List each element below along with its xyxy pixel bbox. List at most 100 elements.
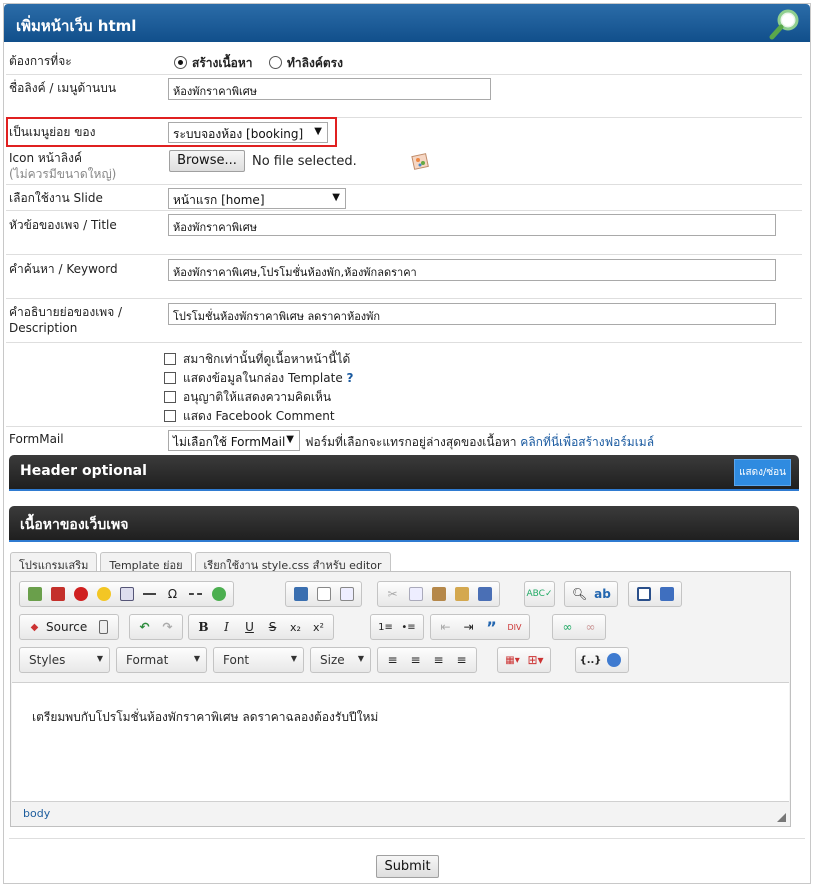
toolbar-color-group: ▦▾ ⊞▾ xyxy=(497,647,551,673)
div-icon[interactable]: DIV xyxy=(503,617,526,637)
checkbox-facebook[interactable]: แสดง Facebook Comment xyxy=(164,407,335,426)
cut-icon[interactable]: ✂ xyxy=(381,584,404,604)
toolbar-undo-group: ↶ ↷ xyxy=(129,614,183,640)
slide-label: เลือกใช้งาน Slide xyxy=(9,191,103,205)
browse-button[interactable]: Browse... xyxy=(169,150,245,172)
checkbox-box[interactable] xyxy=(164,372,176,384)
format-combo-label: Format xyxy=(126,653,169,667)
find-icon[interactable]: 🔍︎ xyxy=(568,584,591,604)
radio-create-label: สร้างเนื้อหา xyxy=(192,56,253,70)
bg-color-icon[interactable]: ⊞▾ xyxy=(524,650,547,670)
table-icon[interactable] xyxy=(115,584,138,604)
source-icon[interactable]: ◆ xyxy=(23,617,46,637)
icon-hint: (ไม่ควรมีขนาดใหญ่) xyxy=(9,167,117,181)
youtube-icon[interactable] xyxy=(46,584,69,604)
chevron-down-icon: ▼ xyxy=(290,654,297,663)
bold-icon[interactable]: B xyxy=(192,617,215,637)
templates-icon[interactable] xyxy=(92,617,115,637)
align-justify-icon[interactable]: ≡ xyxy=(450,650,473,670)
toolbar-spell-group: ABC✓ xyxy=(524,581,555,607)
styles-combo-label: Styles xyxy=(29,653,66,667)
paste-icon[interactable] xyxy=(427,584,450,604)
strike-icon[interactable]: S xyxy=(261,617,284,637)
iframe-icon[interactable] xyxy=(207,584,230,604)
rich-text-editor: Ω ✂ ABC✓ 🔍︎ ab ◆ Source ↶ ↷ B I U S x₂ x… xyxy=(10,571,791,827)
editor-content-area[interactable]: เตรียมพบกับโปรโมชั่นห้องพักราคาพิเศษ ลดร… xyxy=(12,682,789,802)
preview-icon[interactable] xyxy=(335,584,358,604)
template-help-link[interactable]: ? xyxy=(347,371,354,385)
special-char-icon[interactable]: Ω xyxy=(161,584,184,604)
format-combo[interactable]: Format ▼ xyxy=(116,647,207,673)
indent-icon[interactable]: ⇥ xyxy=(457,617,480,637)
bullet-list-icon[interactable]: •≡ xyxy=(397,617,420,637)
undo-icon[interactable]: ↶ xyxy=(133,617,156,637)
paste-text-icon[interactable] xyxy=(450,584,473,604)
highlight-box xyxy=(6,117,337,147)
formmail-select-value: ไม่เลือกใช้ FormMail xyxy=(173,435,286,449)
radio-create[interactable]: สร้างเนื้อหา xyxy=(174,54,253,73)
redo-icon[interactable]: ↷ xyxy=(156,617,179,637)
radio-link[interactable]: ทำลิงค์ตรง xyxy=(269,54,343,73)
new-page-icon[interactable] xyxy=(312,584,335,604)
checkbox-box[interactable] xyxy=(164,410,176,422)
want-row: ต้องการที่จะ สร้างเนื้อหา ทำลิงค์ตรง xyxy=(6,41,802,75)
size-combo[interactable]: Size ▼ xyxy=(310,647,371,673)
save-icon[interactable] xyxy=(289,584,312,604)
toolbar-insert-group: Ω xyxy=(19,581,234,607)
align-center-icon[interactable]: ≡ xyxy=(404,650,427,670)
horizontal-line-icon[interactable] xyxy=(138,584,161,604)
formmail-note-text: ฟอร์มที่เลือกจะแทรกอยู่ล่างสุดของเนื้อหา xyxy=(305,435,517,449)
checkbox-comments[interactable]: อนุญาติให้แสดงความคิดเห็น xyxy=(164,388,331,407)
checkbox-template[interactable]: แสดงข้อมูลในกล่อง Template ? xyxy=(164,369,354,388)
about-icon[interactable] xyxy=(602,650,625,670)
submit-button[interactable]: Submit xyxy=(376,855,439,878)
source-button[interactable]: Source xyxy=(46,620,87,634)
checkbox-members-only[interactable]: สมาชิกเท่านั้นที่ดูเนื้อหาหน้านี้ได้ xyxy=(164,350,350,369)
keyword-row: คำค้นหา / Keyword ห้องพักราคาพิเศษ,โปรโม… xyxy=(6,255,802,299)
create-formmail-link[interactable]: คลิกที่นี่เพื่อสร้างฟอร์มเมล์ xyxy=(520,435,654,449)
toolbar-doc-group xyxy=(285,581,362,607)
formmail-select[interactable]: ไม่เลือกใช้ FormMail ▼ xyxy=(168,430,300,451)
keyword-input[interactable]: ห้องพักราคาพิเศษ,โปรโมชั่นห้องพัก,ห้องพั… xyxy=(168,259,776,281)
unlink-icon[interactable]: ∞ xyxy=(579,617,602,637)
radio-create-input[interactable] xyxy=(174,56,187,69)
checkbox-box[interactable] xyxy=(164,353,176,365)
image-icon[interactable] xyxy=(23,584,46,604)
replace-icon[interactable]: ab xyxy=(591,584,614,604)
maximize-icon[interactable] xyxy=(632,584,655,604)
superscript-icon[interactable]: x² xyxy=(307,617,330,637)
radio-link-input[interactable] xyxy=(269,56,282,69)
slide-select[interactable]: หน้าแรก [home] ▼ xyxy=(168,188,346,209)
italic-icon[interactable]: I xyxy=(215,617,238,637)
code-snippet-icon[interactable]: {..} xyxy=(579,650,602,670)
link-icon[interactable]: ∞ xyxy=(556,617,579,637)
picture-icon[interactable] xyxy=(411,152,431,172)
spellcheck-icon[interactable]: ABC✓ xyxy=(527,584,553,604)
checkbox-box[interactable] xyxy=(164,391,176,403)
underline-icon[interactable]: U xyxy=(238,617,261,637)
radio-link-label: ทำลิงค์ตรง xyxy=(287,56,343,70)
subscript-icon[interactable]: x₂ xyxy=(284,617,307,637)
blockquote-icon[interactable]: ” xyxy=(480,617,503,637)
align-right-icon[interactable]: ≡ xyxy=(427,650,450,670)
linkname-input[interactable]: ห้องพักราคาพิเศษ xyxy=(168,78,491,100)
element-path[interactable]: body xyxy=(23,807,50,820)
text-color-icon[interactable]: ▦▾ xyxy=(501,650,524,670)
numbered-list-icon[interactable]: 1≡ xyxy=(374,617,397,637)
copy-icon[interactable] xyxy=(404,584,427,604)
paste-word-icon[interactable] xyxy=(473,584,496,604)
description-input[interactable]: โปรโมชั่นห้องพักราคาพิเศษ ลดราคาห้องพัก xyxy=(168,303,776,325)
font-combo[interactable]: Font ▼ xyxy=(213,647,304,673)
description-label-line2: Description xyxy=(9,321,78,335)
page-break-icon[interactable] xyxy=(184,584,207,604)
align-left-icon[interactable]: ≡ xyxy=(381,650,404,670)
title-input[interactable]: ห้องพักราคาพิเศษ xyxy=(168,214,776,236)
outdent-icon[interactable]: ⇤ xyxy=(434,617,457,637)
resize-handle-icon[interactable] xyxy=(777,813,786,822)
smiley-icon[interactable] xyxy=(92,584,115,604)
show-blocks-icon[interactable] xyxy=(655,584,678,604)
styles-combo[interactable]: Styles ▼ xyxy=(19,647,110,673)
formmail-note: ฟอร์มที่เลือกจะแทรกอยู่ล่างสุดของเนื้อหา… xyxy=(305,433,654,452)
flash-icon[interactable] xyxy=(69,584,92,604)
show-hide-button[interactable]: แสดง/ซ่อน xyxy=(734,459,791,486)
